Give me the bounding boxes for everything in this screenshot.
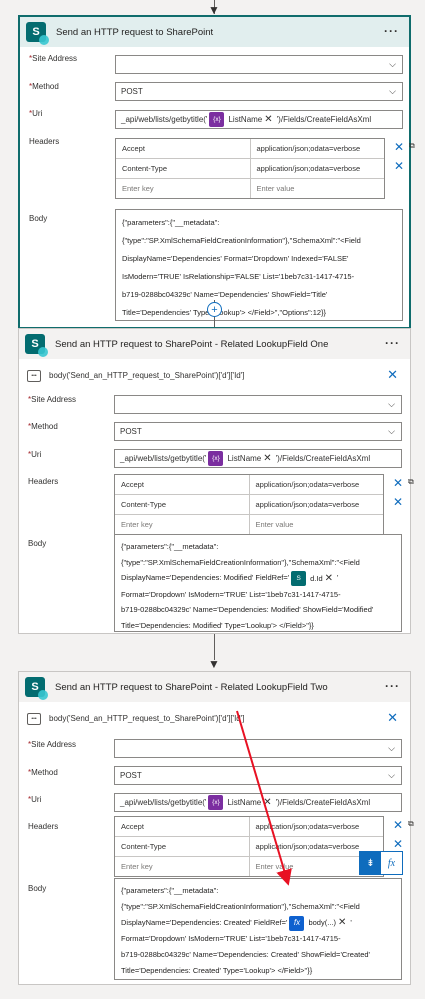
- annotation-arrow: [236, 710, 292, 886]
